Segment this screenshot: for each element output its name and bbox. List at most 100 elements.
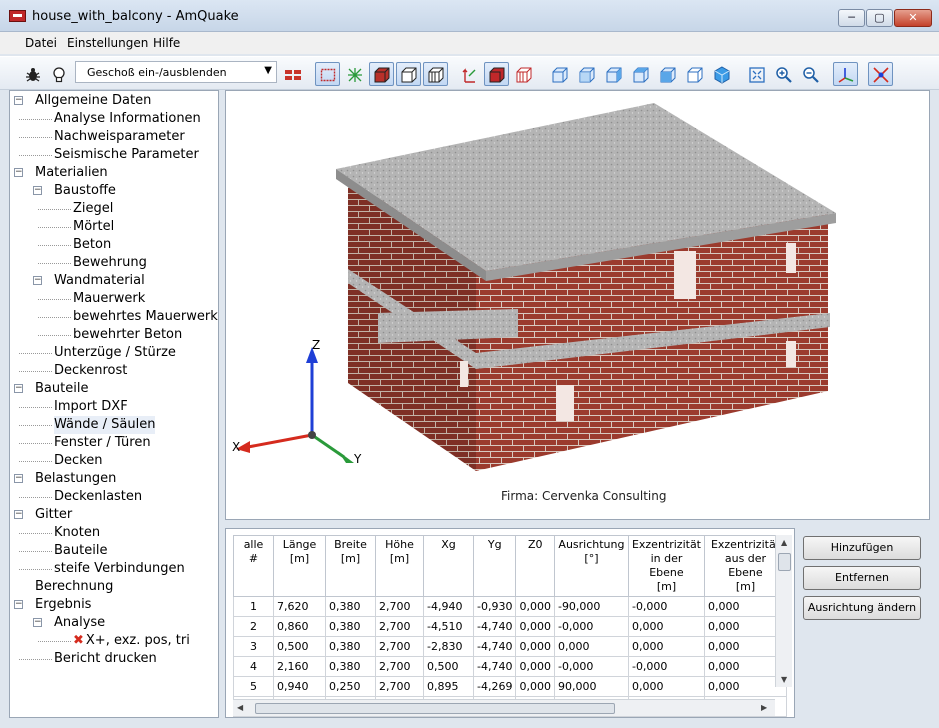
- table-cell[interactable]: 0,000: [627, 616, 705, 637]
- table-cell[interactable]: 7,620: [273, 596, 326, 617]
- scroll-thumb[interactable]: [778, 553, 791, 571]
- remove-button[interactable]: Entfernen: [803, 566, 921, 590]
- tree-item[interactable]: Ergebnis: [35, 596, 91, 614]
- tree-item[interactable]: Analyse: [54, 614, 105, 632]
- zoom-out-icon[interactable]: [798, 62, 823, 86]
- tree-collapse-icon[interactable]: −: [14, 96, 23, 105]
- tree-item[interactable]: Belastungen: [35, 470, 116, 488]
- tree-item[interactable]: Analyse Informationen: [54, 110, 201, 128]
- tree-item[interactable]: ✖ X+, exz. pos, tri: [73, 632, 190, 650]
- tree-item[interactable]: Unterzüge / Stürze: [54, 344, 176, 362]
- table-cell[interactable]: 0,860: [273, 616, 326, 637]
- table-cell[interactable]: 0,940: [273, 676, 326, 697]
- column-header[interactable]: Ausrichtung [°]: [553, 535, 629, 597]
- storey-wall-icon[interactable]: [280, 62, 305, 86]
- table-cell[interactable]: 2,700: [375, 596, 424, 617]
- change-orientation-button[interactable]: Ausrichtung ändern: [803, 596, 921, 620]
- axes-move-icon[interactable]: [457, 62, 482, 86]
- table-cell[interactable]: -4,510: [423, 616, 474, 637]
- tree-item[interactable]: Knoten: [54, 524, 100, 542]
- tree-collapse-icon[interactable]: −: [33, 186, 42, 195]
- table-cell[interactable]: 0,250: [325, 676, 376, 697]
- maximize-button[interactable]: ▢: [866, 9, 893, 27]
- column-header[interactable]: Höhe [m]: [375, 535, 424, 597]
- table-cell[interactable]: 0,380: [325, 656, 376, 677]
- table-cell[interactable]: 2,700: [375, 636, 424, 657]
- tree-item[interactable]: Nachweisparameter: [54, 128, 185, 146]
- view-right-icon[interactable]: [628, 62, 653, 86]
- tree-item[interactable]: steife Verbindungen: [54, 560, 185, 578]
- zoom-in-icon[interactable]: [771, 62, 796, 86]
- solid-brick-icon[interactable]: [369, 62, 394, 86]
- walls-table[interactable]: alle # Länge [m] Breite [m] Höhe [m] Xg Yg Z0 Ausri…: [233, 535, 787, 717]
- minimize-button[interactable]: ─: [838, 9, 865, 27]
- tree-item[interactable]: Baustoffe: [54, 182, 116, 200]
- table-cell[interactable]: -0,000: [627, 656, 705, 677]
- table-cell[interactable]: -4,269: [472, 676, 517, 697]
- tree-collapse-icon[interactable]: −: [33, 276, 42, 285]
- table-row[interactable]: 3 0,500 0,380 2,700 -2,830 -4,740 0,000 0,000 0,…: [233, 636, 787, 657]
- tree-collapse-icon[interactable]: −: [33, 618, 42, 627]
- red-wire-cube-icon[interactable]: [511, 62, 536, 86]
- tree-item[interactable]: bewehrtes Mauerwerk: [73, 308, 218, 326]
- tree-item[interactable]: Wände / Säulen: [54, 416, 156, 434]
- view-top-icon[interactable]: [655, 62, 680, 86]
- menu-datei[interactable]: Datei: [25, 36, 57, 50]
- table-cell[interactable]: 0,380: [325, 616, 376, 637]
- table-row[interactable]: 5 0,940 0,250 2,700 0,895 -4,269 0,000 90,000 0,…: [233, 676, 787, 697]
- house-3d-model[interactable]: Z X Y: [226, 91, 930, 520]
- view-left-icon[interactable]: [601, 62, 626, 86]
- table-cell[interactable]: 0,000: [515, 596, 555, 617]
- table-cell[interactable]: -4,740: [472, 656, 517, 677]
- tree-collapse-icon[interactable]: −: [14, 168, 23, 177]
- tree-collapse-icon[interactable]: −: [14, 600, 23, 609]
- view-bottom-icon[interactable]: [682, 62, 707, 86]
- table-cell[interactable]: -4,740: [472, 636, 517, 657]
- table-cell[interactable]: 0,000: [627, 676, 705, 697]
- view-front-icon[interactable]: [547, 62, 572, 86]
- scroll-right-icon[interactable]: ▶: [761, 703, 767, 712]
- tree-item[interactable]: Bauteile: [35, 380, 88, 398]
- table-cell[interactable]: 2,700: [375, 616, 424, 637]
- tree-item[interactable]: Import DXF: [54, 398, 128, 416]
- tree-item[interactable]: Deckenrost: [54, 362, 127, 380]
- tree-item[interactable]: Deckenlasten: [54, 488, 142, 506]
- scroll-left-icon[interactable]: ◀: [237, 703, 243, 712]
- table-cell[interactable]: 0,000: [627, 636, 705, 657]
- table-cell[interactable]: -0,000: [627, 596, 705, 617]
- table-cell[interactable]: 0,380: [325, 636, 376, 657]
- tree-item[interactable]: Beton: [73, 236, 111, 254]
- tree-item[interactable]: Decken: [54, 452, 102, 470]
- column-header[interactable]: Länge [m]: [273, 535, 326, 597]
- frame-select-icon[interactable]: [315, 62, 340, 86]
- column-header[interactable]: Exzentrizität in der Ebene [m]: [627, 535, 705, 597]
- column-header[interactable]: Z0: [515, 535, 555, 597]
- axis-triad-icon[interactable]: [833, 62, 858, 86]
- table-cell[interactable]: 2,700: [375, 656, 424, 677]
- table-cell[interactable]: 0,000: [553, 636, 629, 657]
- menu-hilfe[interactable]: Hilfe: [153, 36, 180, 50]
- bug-icon[interactable]: [20, 62, 45, 86]
- scroll-thumb[interactable]: [255, 703, 615, 714]
- table-cell[interactable]: -2,830: [423, 636, 474, 657]
- scroll-up-icon[interactable]: ▲: [781, 538, 787, 547]
- cross-section-icon[interactable]: [868, 62, 893, 86]
- close-button[interactable]: ✕: [894, 9, 932, 27]
- storey-toggle-combo[interactable]: Geschoß ein-/ausblenden ▼: [75, 61, 277, 83]
- view-iso-icon[interactable]: [709, 62, 734, 86]
- table-cell[interactable]: 0,380: [325, 596, 376, 617]
- table-cell[interactable]: 0,000: [515, 656, 555, 677]
- tree-item[interactable]: Bewehrung: [73, 254, 147, 272]
- table-cell[interactable]: -90,000: [553, 596, 629, 617]
- red-cube-icon[interactable]: [484, 62, 509, 86]
- zoom-fit-icon[interactable]: [744, 62, 769, 86]
- tree-item[interactable]: Ziegel: [73, 200, 113, 218]
- tree-item[interactable]: Fenster / Türen: [54, 434, 151, 452]
- table-cell[interactable]: 90,000: [553, 676, 629, 697]
- tree-item[interactable]: Materialien: [35, 164, 108, 182]
- table-cell[interactable]: -4,740: [472, 616, 517, 637]
- tree-item[interactable]: Gitter: [35, 506, 72, 524]
- wire-cube-icon[interactable]: [396, 62, 421, 86]
- column-header[interactable]: alle #: [233, 535, 274, 597]
- view-back-icon[interactable]: [574, 62, 599, 86]
